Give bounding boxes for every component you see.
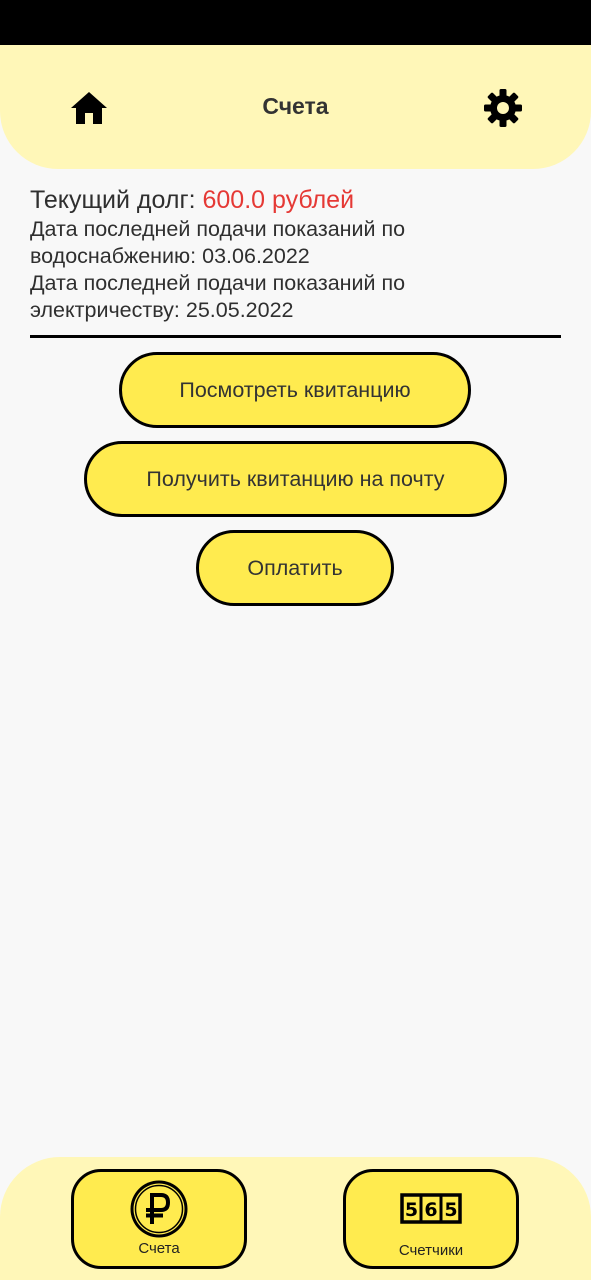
view-receipt-button[interactable]: Посмотреть квитанцию [119, 352, 471, 428]
account-info: Текущий долг: 600.0 рублей Дата последне… [30, 184, 560, 324]
electricity-reading-date: 25.05.2022 [185, 298, 294, 322]
status-bar [0, 0, 591, 45]
water-reading-info: Дата последней подачи показаний по водос… [30, 216, 560, 270]
debt-value: 600.0 рублей [202, 186, 355, 214]
app-header: Счета [0, 45, 591, 169]
current-debt: Текущий долг: 600.0 рублей [30, 184, 560, 216]
gear-icon[interactable] [481, 86, 525, 130]
divider [30, 335, 561, 338]
nav-meters-label: Счетчики [398, 1242, 464, 1259]
nav-meters-button[interactable]: 5 6 5 Счетчики [343, 1169, 519, 1269]
nav-bills-button[interactable]: Счета [71, 1169, 247, 1269]
email-receipt-button[interactable]: Получить квитанцию на почту [84, 441, 507, 517]
debt-label: Текущий долг: [30, 186, 196, 214]
svg-text:5: 5 [444, 1199, 457, 1221]
ruble-coin-icon [74, 1177, 244, 1241]
bottom-nav: Счета 5 6 5 Счетчики [0, 1157, 591, 1280]
svg-text:5: 5 [405, 1199, 418, 1221]
electricity-reading-info: Дата последней подачи показаний по элект… [30, 270, 560, 324]
nav-bills-label: Счета [138, 1240, 180, 1257]
pay-button[interactable]: Оплатить [196, 530, 394, 606]
water-reading-date: 03.06.2022 [202, 244, 310, 268]
meter-counter-icon: 5 6 5 [346, 1177, 516, 1241]
svg-text:6: 6 [424, 1199, 437, 1221]
